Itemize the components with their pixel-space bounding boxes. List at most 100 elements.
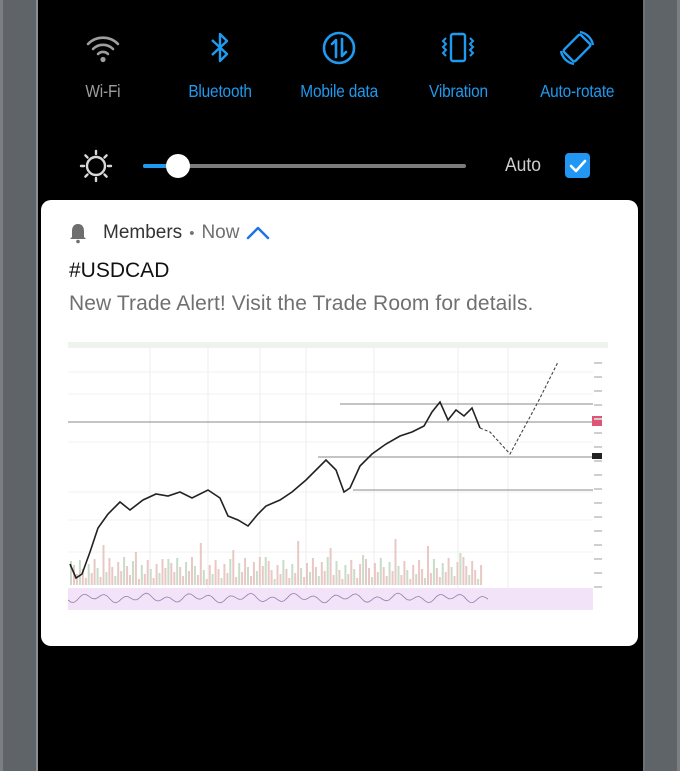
- notification-header: Members • Now: [67, 220, 271, 246]
- axis-tick-label: [594, 432, 602, 434]
- volume-bar: [235, 577, 238, 585]
- volume-bar: [108, 558, 111, 585]
- volume-bar: [347, 574, 350, 585]
- volume-bar: [344, 565, 347, 585]
- volume-bar: [267, 561, 270, 585]
- volume-bar: [406, 570, 409, 585]
- volume-bar: [229, 559, 232, 585]
- volume-bar: [373, 563, 376, 585]
- auto-brightness-checkbox[interactable]: [565, 153, 590, 178]
- chart-toolbar-strip: [68, 342, 608, 348]
- chart-screenshot-image[interactable]: [68, 342, 608, 620]
- slider-track: [143, 164, 466, 168]
- slider-thumb[interactable]: [165, 154, 190, 178]
- brightness-icon: [78, 148, 114, 184]
- axis-tick-label: [594, 418, 602, 420]
- volume-bar: [241, 572, 244, 585]
- volume-bar: [309, 572, 311, 585]
- volume-bar: [317, 576, 320, 585]
- volume-bar: [468, 575, 471, 585]
- volume-bar: [193, 566, 196, 585]
- notification-shade: Wi-Fi Bluetooth Mobile data Vibration Au…: [38, 0, 643, 771]
- volume-bar: [90, 573, 93, 585]
- volume-bar: [191, 557, 193, 585]
- volume-bar: [415, 574, 418, 585]
- volume-bar: [365, 559, 367, 585]
- axis-tick-label: [594, 376, 602, 378]
- volume-bar: [214, 560, 217, 585]
- volume-bar: [158, 573, 161, 585]
- volume-bar: [409, 579, 412, 585]
- volume-bar: [418, 560, 421, 585]
- volume-bar: [252, 562, 255, 585]
- volume-bar: [129, 575, 131, 585]
- volume-bar: [459, 553, 462, 585]
- tile-wifi[interactable]: Wi-Fi: [43, 28, 163, 102]
- volume-bar: [202, 570, 205, 585]
- volume-bar: [87, 564, 90, 585]
- tile-label: Mobile data: [300, 81, 378, 101]
- device-frame-right: [643, 0, 680, 771]
- volume-bar: [232, 550, 235, 585]
- volume-bar: [450, 567, 453, 585]
- volume-bar: [78, 560, 81, 585]
- volume-bar: [220, 578, 223, 585]
- brightness-slider[interactable]: [143, 154, 466, 178]
- slider-fill: [143, 164, 166, 168]
- chart-background: [68, 342, 608, 620]
- volume-bar: [444, 572, 447, 585]
- notification-card[interactable]: Members • Now #USDCAD New Trade Alert! V…: [41, 200, 638, 646]
- volume-bar: [123, 557, 126, 585]
- volume-bar: [370, 577, 373, 585]
- axis-tick-label: [594, 558, 602, 560]
- tile-label: Vibration: [428, 81, 488, 101]
- quick-settings-tiles: Wi-Fi Bluetooth Mobile data Vibration Au…: [38, 28, 643, 108]
- tile-mobile-data[interactable]: Mobile data: [279, 28, 399, 102]
- tile-bluetooth[interactable]: Bluetooth: [160, 28, 280, 102]
- price-tag-current: [592, 416, 602, 426]
- volume-bar: [338, 570, 341, 585]
- volume-bar: [105, 572, 108, 585]
- volume-bar: [185, 562, 188, 585]
- axis-tick-label: [594, 544, 602, 546]
- axis-tick-label: [594, 530, 602, 532]
- volume-bar: [176, 558, 179, 585]
- volume-bar: [167, 559, 170, 585]
- checkmark-icon: [569, 159, 586, 172]
- volume-bar: [111, 567, 114, 585]
- volume-bar: [303, 577, 306, 585]
- volume-bar: [182, 576, 185, 585]
- volume-bar: [403, 561, 406, 585]
- tile-vibration[interactable]: Vibration: [398, 28, 518, 102]
- volume-bar: [480, 565, 483, 585]
- volume-bar: [279, 574, 282, 585]
- chevron-up-icon[interactable]: [245, 223, 271, 243]
- volume-bar: [146, 560, 149, 585]
- axis-tick-label: [594, 516, 602, 518]
- volume-bar: [382, 567, 385, 585]
- bell-icon: [70, 224, 86, 244]
- volume-bar: [391, 571, 394, 585]
- volume-bar: [199, 543, 202, 585]
- axis-tick-label: [594, 586, 602, 588]
- mobile-data-icon: [279, 28, 399, 68]
- volume-bar: [291, 564, 294, 585]
- tile-label: Wi-Fi: [85, 81, 121, 101]
- volume-bar: [379, 558, 382, 585]
- volume-bar: [300, 568, 303, 585]
- separator: •: [189, 224, 195, 242]
- volume-bar: [273, 579, 276, 585]
- tile-auto-rotate[interactable]: Auto-rotate: [517, 28, 637, 102]
- bluetooth-icon: [160, 28, 280, 68]
- axis-tick-label: [594, 474, 602, 476]
- volume-bar: [285, 569, 288, 585]
- volume-bar: [453, 576, 456, 585]
- price-tag-level: [592, 453, 602, 459]
- volume-bar: [320, 562, 323, 585]
- auto-rotate-icon: [517, 28, 637, 68]
- volume-bar: [359, 564, 362, 585]
- volume-bar: [152, 578, 155, 585]
- volume-bar: [238, 563, 241, 585]
- volume-bar: [96, 568, 99, 585]
- volume-bar: [356, 578, 359, 585]
